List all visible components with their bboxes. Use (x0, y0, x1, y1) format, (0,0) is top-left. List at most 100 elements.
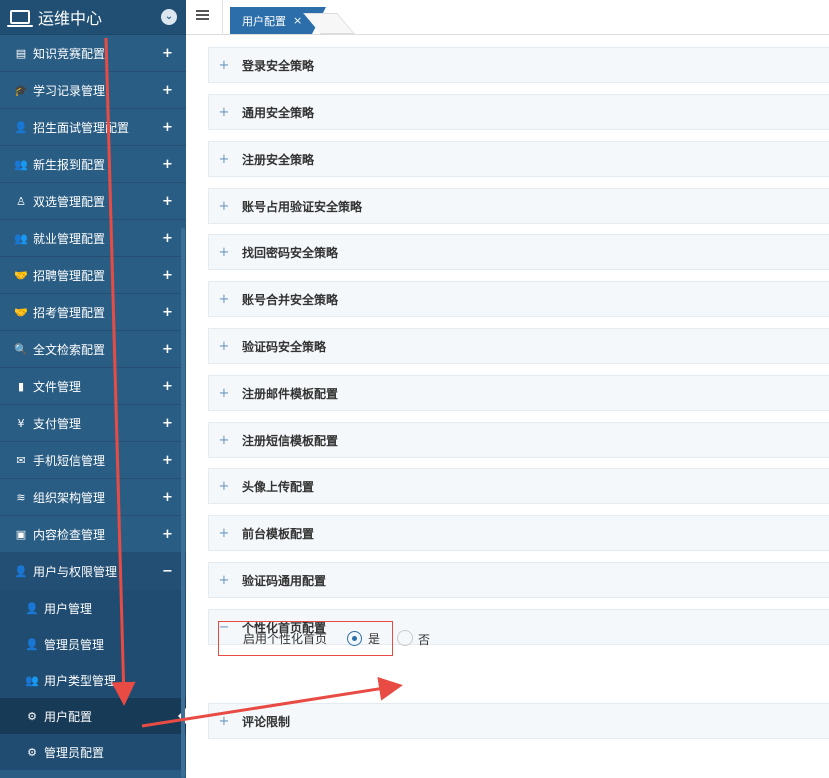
sidebar-item[interactable]: 👥 就业管理配置 + (0, 220, 186, 257)
expand-icon[interactable]: + (162, 268, 173, 283)
laptop-icon (7, 10, 33, 27)
handshake-icon: 🤝 (14, 305, 28, 319)
expand-icon[interactable]: + (162, 83, 173, 98)
sidebar-subitem-label: 用户管理 (44, 601, 93, 616)
plus-icon[interactable]: + (209, 714, 239, 729)
panel-title: 前台模板配置 (242, 526, 315, 541)
accordion-panel[interactable]: + 验证码通用配置 (208, 562, 829, 598)
expand-icon[interactable]: + (162, 194, 173, 209)
accordion-panel[interactable]: + 评论限制 (208, 703, 829, 739)
user-plus-icon: 👤 (14, 120, 28, 134)
tab-user-config[interactable]: 用户配置 × (230, 7, 326, 34)
expand-icon[interactable]: + (162, 379, 173, 394)
users-icon: 👥 (25, 673, 39, 687)
sidebar-item-label: 内容检查管理 (33, 527, 106, 542)
sidebar-item[interactable]: ≋ 组织架构管理 + (0, 479, 186, 516)
chevron-down-icon[interactable]: ⌄ (161, 9, 177, 25)
sidebar-item[interactable]: ✉ 手机短信管理 + (0, 442, 186, 479)
sidebar-item-label: 招考管理配置 (33, 305, 106, 320)
accordion-panel[interactable]: + 账号占用验证安全策略 (208, 188, 829, 224)
sidebar-item-label: 双选管理配置 (33, 194, 106, 209)
plus-icon[interactable]: + (209, 105, 239, 120)
sidebar-item-user-permissions[interactable]: 👤 用户与权限管理 − (0, 553, 186, 590)
accordion-panel[interactable]: + 注册邮件模板配置 (208, 375, 829, 411)
sidebar-item-label: 用户与权限管理 (33, 564, 118, 579)
sidebar-item[interactable]: ▮ 文件管理 + (0, 368, 186, 405)
sidebar-item[interactable]: ¥ 支付管理 + (0, 405, 186, 442)
sidebar-item-label: 手机短信管理 (33, 453, 106, 468)
panel-title: 账号占用验证安全策略 (242, 199, 363, 214)
plus-icon[interactable]: + (209, 292, 239, 307)
plus-icon[interactable]: + (209, 339, 239, 354)
expand-icon[interactable]: + (162, 157, 173, 172)
menu-toggle-icon[interactable] (196, 10, 209, 22)
expand-icon[interactable]: + (162, 416, 173, 431)
sidebar-item[interactable]: ▣ 内容检查管理 + (0, 516, 186, 553)
expand-icon[interactable]: + (162, 453, 173, 468)
close-icon[interactable]: × (293, 14, 302, 27)
sidebar-item[interactable]: 🔍 全文检索配置 + (0, 331, 186, 368)
accordion-panel[interactable]: + 注册短信模板配置 (208, 422, 829, 458)
accordion-panel[interactable]: + 登录安全策略 (208, 47, 829, 83)
panel-title: 评论限制 (242, 714, 291, 729)
expand-icon[interactable]: + (162, 231, 173, 246)
plus-icon[interactable]: + (209, 199, 239, 214)
divider (222, 0, 223, 35)
sidebar-item[interactable]: 🤝 招考管理配置 + (0, 294, 186, 331)
gear-icon: ⚙ (27, 745, 37, 759)
gear-icon: ⚙ (27, 709, 37, 723)
plus-icon[interactable]: + (209, 58, 239, 73)
accordion-panel[interactable]: + 前台模板配置 (208, 515, 829, 551)
sidebar-subitem[interactable]: ⚙ 管理员配置 (0, 734, 186, 770)
accordion-panel[interactable]: + 注册安全策略 (208, 141, 829, 177)
top-bar: 用户配置 × (186, 0, 829, 35)
sidebar-subitem[interactable]: 👥 用户类型管理 (0, 662, 186, 698)
collapse-icon[interactable]: − (162, 564, 173, 579)
expand-icon[interactable]: + (162, 120, 173, 135)
plus-icon[interactable]: + (209, 152, 239, 167)
sidebar: 运维中心 ⌄ ▤ 知识竞赛配置 + 🎓 学习记录管理 + 👤 招生面试管理配置 + 👥 新生报到配置… (0, 0, 186, 778)
accordion-panel[interactable]: + 账号合并安全策略 (208, 281, 829, 317)
expand-icon[interactable]: + (162, 527, 173, 542)
sidebar-item[interactable]: ♙ 双选管理配置 + (0, 183, 186, 220)
tab-label: 用户配置 (242, 14, 286, 28)
sidebar-subitem-label: 用户配置 (44, 709, 93, 724)
plus-icon[interactable]: + (209, 526, 239, 541)
plus-icon[interactable]: + (209, 386, 239, 401)
accordion-panel[interactable]: + 验证码安全策略 (208, 328, 829, 364)
app-title: 运维中心 (38, 9, 103, 28)
radio-no[interactable] (397, 630, 413, 646)
user-outline-icon: ♙ (16, 194, 26, 208)
user-icon: 👤 (25, 637, 39, 651)
users-icon: 👥 (14, 157, 28, 171)
expand-icon[interactable]: + (162, 342, 173, 357)
sidebar-item[interactable]: ▤ 知识竞赛配置 + (0, 35, 186, 72)
plus-icon[interactable]: + (209, 433, 239, 448)
plus-icon[interactable]: + (209, 573, 239, 588)
sidebar-item[interactable]: 👥 新生报到配置 + (0, 146, 186, 183)
expand-icon[interactable]: + (162, 46, 173, 61)
plus-icon[interactable]: + (209, 479, 239, 494)
expand-icon[interactable]: + (162, 490, 173, 505)
sidebar-item[interactable]: 🤝 招聘管理配置 + (0, 257, 186, 294)
sidebar-scrollbar[interactable] (181, 228, 185, 778)
sidebar-menu: ▤ 知识竞赛配置 + 🎓 学习记录管理 + 👤 招生面试管理配置 + 👥 新生报到配置 + ♙ 双选管理配… (0, 35, 186, 770)
plus-icon[interactable]: + (209, 245, 239, 260)
sidebar-item[interactable]: 🎓 学习记录管理 + (0, 72, 186, 109)
expand-icon[interactable]: + (162, 305, 173, 320)
document-icon: ▤ (15, 46, 27, 60)
sidebar-subitem[interactable]: ⚙ 用户配置 (0, 698, 186, 734)
personalized-home-form-row: 启用个性化首页 是 (218, 621, 393, 656)
sidebar-subitem[interactable]: 👤 用户管理 (0, 590, 186, 626)
sidebar-item-label: 全文检索配置 (33, 342, 106, 357)
sidebar-item-label: 新生报到配置 (33, 157, 106, 172)
accordion-panel[interactable]: + 找回密码安全策略 (208, 234, 829, 270)
radio-yes[interactable] (347, 631, 363, 646)
sidebar-item-label: 招生面试管理配置 (33, 120, 130, 135)
sidebar-item[interactable]: 👤 招生面试管理配置 + (0, 109, 186, 146)
accordion-panel[interactable]: + 通用安全策略 (208, 94, 829, 130)
accordion-panel[interactable]: + 头像上传配置 (208, 468, 829, 504)
sidebar-subitem[interactable]: 👤 管理员管理 (0, 626, 186, 662)
user-group-icon: 👥 (14, 231, 28, 245)
panel-title: 头像上传配置 (242, 479, 315, 494)
